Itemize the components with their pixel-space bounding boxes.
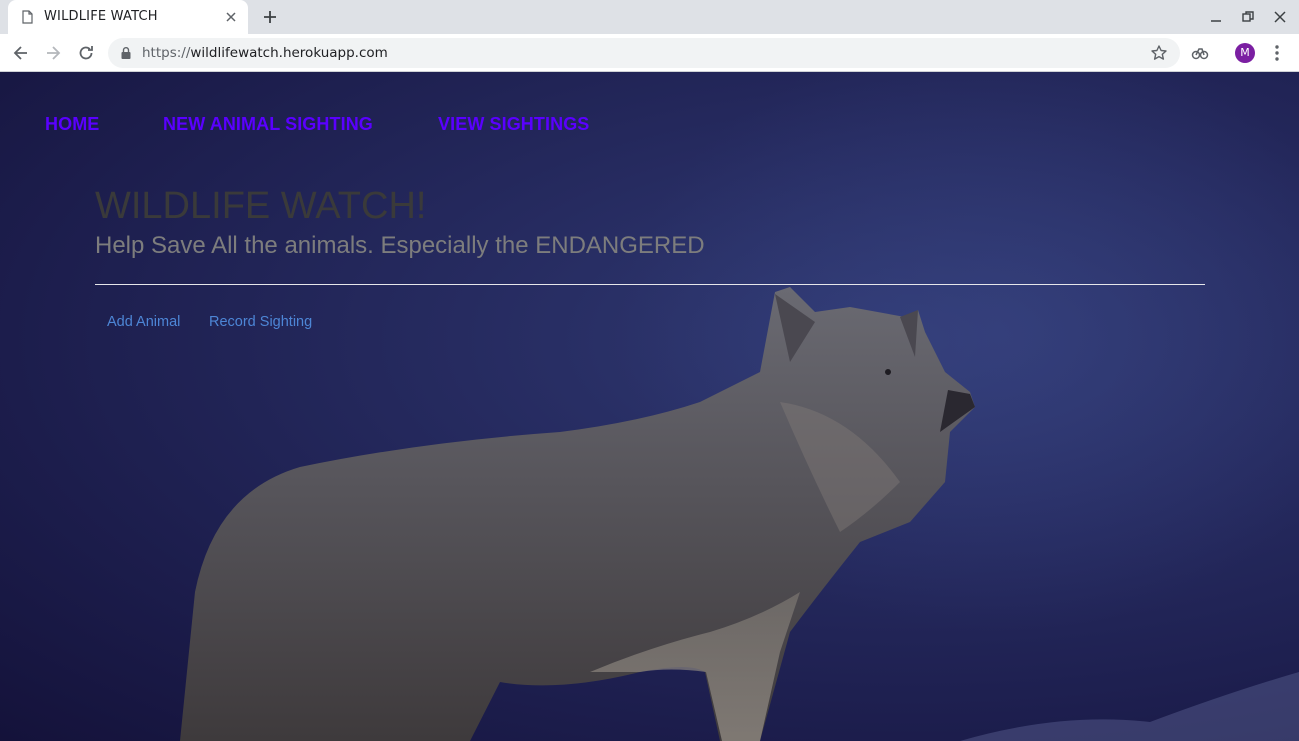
hero-divider: [95, 284, 1205, 285]
nav-view-sightings-link[interactable]: VIEW SIGHTINGS: [438, 114, 589, 135]
browser-tab[interactable]: WILDLIFE WATCH: [8, 0, 248, 34]
reload-icon[interactable]: [76, 43, 96, 63]
close-tab-icon[interactable]: [224, 10, 238, 24]
url-host: wildlifewatch.herokuapp.com: [190, 45, 388, 61]
bookmark-star-icon[interactable]: [1150, 44, 1168, 62]
lock-icon: [121, 47, 131, 59]
page-viewport: HOME NEW ANIMAL SIGHTING VIEW SIGHTINGS …: [0, 72, 1299, 741]
add-animal-link[interactable]: Add Animal: [107, 314, 180, 330]
browser-tab-strip: WILDLIFE WATCH: [0, 0, 1299, 34]
url-scheme: https://: [142, 45, 191, 61]
hero-section: WILDLIFE WATCH! Help Save All the animal…: [95, 182, 1205, 261]
site-navbar: HOME NEW ANIMAL SIGHTING VIEW SIGHTINGS: [0, 72, 1299, 172]
new-tab-icon[interactable]: [262, 9, 278, 25]
restore-icon[interactable]: [1241, 10, 1255, 24]
address-bar[interactable]: https://wildlifewatch.herokuapp.com: [108, 38, 1180, 68]
forward-icon[interactable]: [43, 43, 63, 63]
close-window-icon[interactable]: [1273, 10, 1287, 24]
document-icon: [22, 10, 33, 24]
url-text: https://wildlifewatch.herokuapp.com: [142, 45, 388, 61]
minimize-icon[interactable]: [1209, 10, 1223, 24]
wolf-background-image: [180, 72, 1299, 741]
tab-title: WILDLIFE WATCH: [44, 9, 158, 24]
browser-menu-icon[interactable]: [1270, 43, 1284, 63]
back-icon[interactable]: [11, 43, 31, 63]
nav-new-sighting-link[interactable]: NEW ANIMAL SIGHTING: [163, 114, 373, 135]
record-sighting-link[interactable]: Record Sighting: [209, 314, 312, 330]
nav-home-link[interactable]: HOME: [45, 114, 99, 135]
profile-avatar[interactable]: M: [1235, 43, 1255, 63]
browser-toolbar: https://wildlifewatch.herokuapp.com M: [0, 34, 1299, 72]
page-title: WILDLIFE WATCH!: [95, 185, 427, 227]
page-subtitle: Help Save All the animals. Especially th…: [95, 232, 705, 259]
extension-icon[interactable]: [1190, 43, 1210, 63]
